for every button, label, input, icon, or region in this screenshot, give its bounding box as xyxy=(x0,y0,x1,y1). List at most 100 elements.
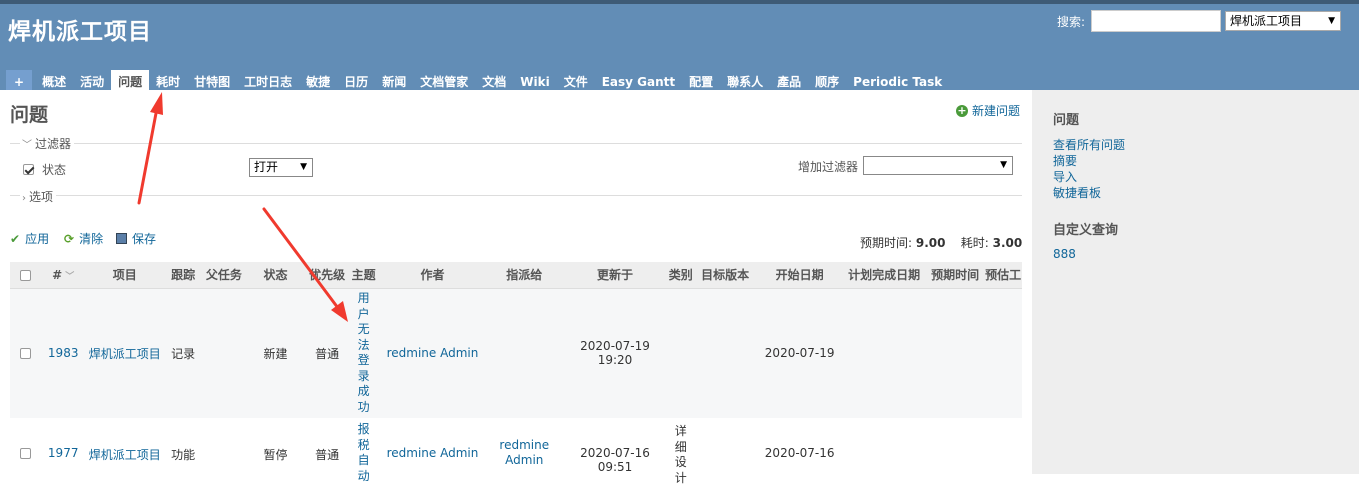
sidebar-link-import[interactable]: 导入 xyxy=(1053,169,1077,185)
sort-desc-icon: ﹀ xyxy=(65,271,75,282)
column-header[interactable]: 指派给 xyxy=(486,262,562,289)
issue-due-date xyxy=(842,418,926,498)
sidebar-link-all-issues[interactable]: 查看所有问题 xyxy=(1053,137,1125,153)
issue-assignee-link[interactable]: redmine Admin xyxy=(499,438,549,468)
column-header[interactable]: 预估工 xyxy=(984,262,1022,289)
issue-updated: 2020-07-16 09:51 xyxy=(561,418,669,498)
sidebar: 问题 查看所有问题 摘要 导入 敏捷看板 自定义查询 888 xyxy=(1032,90,1359,474)
issue-estimated-remaining xyxy=(984,288,1022,418)
column-header[interactable]: 预期时间 xyxy=(925,262,985,289)
new-issue-label: 新建问题 xyxy=(972,104,1021,118)
chevron-down-icon: ﹀ xyxy=(22,140,32,151)
issue-parent xyxy=(201,288,246,418)
chevron-down-icon: ▼ xyxy=(1328,16,1335,26)
add-filter-select[interactable]: ▼ xyxy=(863,156,1013,175)
column-header[interactable]: 父任务 xyxy=(201,262,246,289)
select-all-checkbox[interactable] xyxy=(20,269,32,281)
row-checkbox[interactable] xyxy=(20,348,32,360)
issue-project-link[interactable]: 焊机派工项目 xyxy=(89,347,161,361)
column-header[interactable]: 目标版本 xyxy=(693,262,757,289)
column-header[interactable]: 类别 xyxy=(668,262,694,289)
issue-version xyxy=(693,418,757,498)
clear-label: 清除 xyxy=(79,232,104,246)
clear-button[interactable]: ⟳ 清除 xyxy=(64,230,103,247)
issue-tracker: 功能 xyxy=(164,418,202,498)
issue-status: 暂停 xyxy=(245,418,306,498)
status-operator-value: 打开 xyxy=(254,160,279,174)
column-header[interactable]: # ﹀ xyxy=(41,262,86,289)
header: 焊机派工项目 搜索: 焊机派工项目 ▼ + 概述 活动 问题 耗时 甘特图 工时… xyxy=(0,4,1359,94)
chevron-right-icon: › xyxy=(22,193,26,204)
options-legend[interactable]: › 选项 xyxy=(20,188,57,205)
column-header[interactable]: 更新于 xyxy=(561,262,669,289)
select-all-cell xyxy=(10,262,42,289)
issues-table: # ﹀ 项目 跟踪 父任务 状态 优先级 主题 作者 指派给 更新于 类别 目标版… xyxy=(10,262,1022,498)
issue-estimated-remaining xyxy=(984,418,1022,498)
sidebar-issues-title: 问题 xyxy=(1053,113,1080,128)
table-row[interactable]: 1983 焊机派工项目 记录 新建 普通 用户无法登录成功 redmine Ad… xyxy=(10,288,1022,418)
status-filter-label: 状态 xyxy=(42,163,67,177)
issue-start-date: 2020-07-16 xyxy=(756,418,843,498)
status-filter-row: 状态 xyxy=(23,161,66,178)
column-header[interactable]: 跟踪 xyxy=(164,262,202,289)
issue-author-link[interactable]: redmine Admin xyxy=(387,446,479,460)
quick-search: 搜索: 焊机派工项目 ▼ xyxy=(1057,10,1341,32)
issue-category: 详细设计 xyxy=(674,424,687,485)
column-header[interactable]: 优先级 xyxy=(305,262,350,289)
project-title[interactable]: 焊机派工项目 xyxy=(8,12,152,46)
spent-label: 耗时: xyxy=(960,236,989,250)
checkmark-icon: ✔ xyxy=(10,231,21,246)
search-label: 搜索: xyxy=(1056,14,1085,29)
row-select-cell xyxy=(10,288,42,418)
page-title: 问题 xyxy=(10,104,49,126)
row-select-cell xyxy=(10,418,42,498)
sidebar-query-888[interactable]: 888 xyxy=(1053,246,1076,262)
row-checkbox[interactable] xyxy=(20,448,32,459)
status-filter-checkbox[interactable] xyxy=(23,164,34,175)
issue-priority: 普通 xyxy=(305,418,350,498)
issue-subject-link[interactable]: 报税自动 xyxy=(357,422,370,484)
issue-estimated xyxy=(925,288,985,418)
issue-project-link[interactable]: 焊机派工项目 xyxy=(89,448,161,462)
table-row[interactable]: 1977 焊机派工项目 功能 暂停 普通 报税自动 redmine Admin … xyxy=(10,418,1022,498)
sidebar-link-agile-board[interactable]: 敏捷看板 xyxy=(1053,185,1101,201)
filters-legend[interactable]: ﹀ 过滤器 xyxy=(20,135,75,152)
estimated-label: 预期时间: xyxy=(860,236,913,250)
issue-author-link[interactable]: redmine Admin xyxy=(387,346,479,360)
add-icon: + xyxy=(956,103,968,117)
sidebar-queries-title: 自定义查询 xyxy=(1053,223,1119,238)
chevron-down-icon: ▼ xyxy=(1000,160,1007,170)
column-header[interactable]: 作者 xyxy=(378,262,487,289)
issue-tracker: 记录 xyxy=(164,288,202,418)
project-jump-value: 焊机派工项目 xyxy=(1230,14,1303,28)
add-filter-label: 增加过滤器 xyxy=(798,160,859,174)
issue-version xyxy=(693,288,757,418)
apply-button[interactable]: ✔ 应用 xyxy=(10,230,49,247)
save-button[interactable]: 保存 xyxy=(116,230,156,247)
new-issue-link[interactable]: + 新建问题 xyxy=(956,102,1020,119)
issue-estimated xyxy=(925,418,985,498)
filters-legend-label: 过滤器 xyxy=(35,137,72,151)
issue-due-date xyxy=(842,288,926,418)
column-header[interactable]: 主题 xyxy=(349,262,379,289)
project-jump-select[interactable]: 焊机派工项目 ▼ xyxy=(1225,11,1341,31)
column-header[interactable]: 计划完成日期 xyxy=(842,262,926,289)
table-header-row: # ﹀ 项目 跟踪 父任务 状态 优先级 主题 作者 指派给 更新于 类别 目标版… xyxy=(10,262,1022,289)
issue-start-date: 2020-07-19 xyxy=(756,288,843,418)
column-header[interactable]: 开始日期 xyxy=(756,262,843,289)
column-header[interactable]: 状态 xyxy=(245,262,306,289)
issue-id-link[interactable]: 1983 xyxy=(48,346,79,360)
sidebar-link-summary[interactable]: 摘要 xyxy=(1053,153,1077,169)
column-header[interactable]: 项目 xyxy=(85,262,165,289)
reload-icon: ⟳ xyxy=(64,231,75,246)
status-operator-select[interactable]: 打开 ▼ xyxy=(249,158,313,177)
search-input[interactable] xyxy=(1091,10,1221,32)
issue-id-link[interactable]: 1977 xyxy=(48,446,79,460)
options-legend-label: 选项 xyxy=(29,190,54,204)
content: 问题 + 新建问题 ﹀ 过滤器 状态 打开 ▼ 增加过滤器 ▼ › 选项 ✔ 应用 … xyxy=(0,90,1032,498)
estimated-total: 9.00 xyxy=(915,236,946,250)
issue-subject-link[interactable]: 用户无法登录成功 xyxy=(357,291,370,415)
issue-status: 新建 xyxy=(245,288,306,418)
apply-label: 应用 xyxy=(25,232,50,246)
save-icon xyxy=(116,233,127,244)
